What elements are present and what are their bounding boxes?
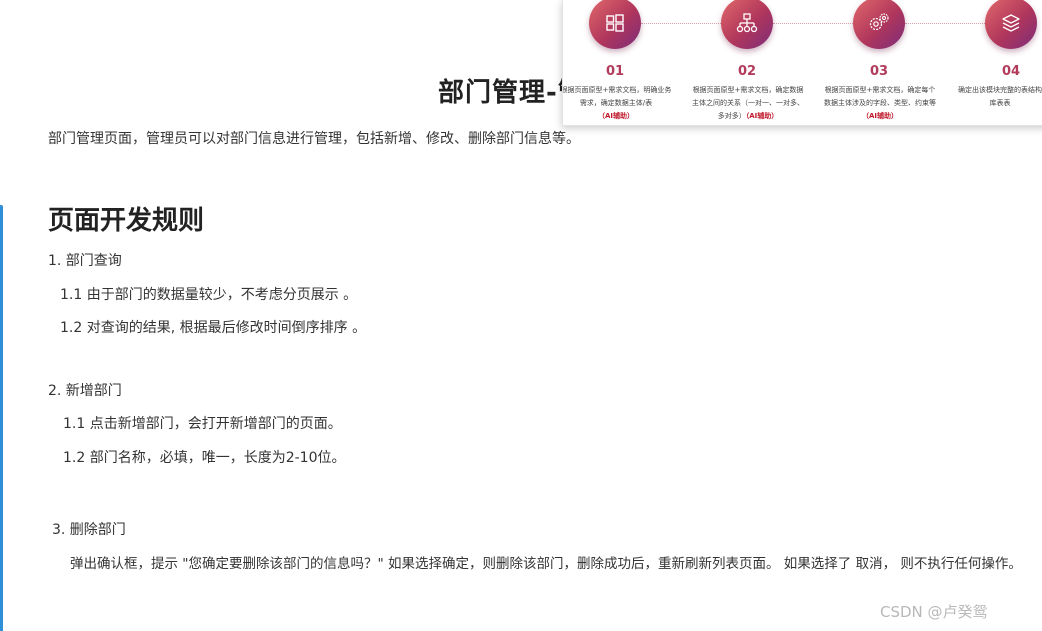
ai-assist-tag: （AI辅助） (745, 112, 779, 120)
rule-item-1-1: 1.1 由于部门的数据量较少，不考虑分页展示 。 (60, 287, 358, 303)
csdn-watermark: CSDN @卢癸鸳 (880, 603, 988, 621)
intro-paragraph: 部门管理页面，管理员可以对部门信息进行管理，包括新增、修改、删除部门信息等。 (48, 131, 580, 147)
windows-grid-icon (589, 0, 641, 49)
design-process-overlay: 01 根据页面原型+需求文档，明确业务需求，确定数据主体/表 （AI辅助） 02 … (562, 0, 1042, 126)
rule-heading-query: 1. 部门查询 (48, 253, 122, 269)
rule-item-2-1: 1.1 点击新增部门，会打开新增部门的页面。 (63, 416, 342, 432)
rule-item-1-2: 1.2 对查询的结果, 根据最后修改时间倒序排序 。 (60, 320, 367, 336)
step-number: 01 (605, 64, 625, 79)
hierarchy-icon (721, 0, 773, 49)
step-description: 根据页面原型+需求文档，确定数据主体之间的关系（一对一、一对多、多对多）（AI辅… (692, 86, 804, 120)
step-connector (641, 23, 725, 24)
rule-item-3-desc: 弹出确认框，提示 "您确定要删除该部门的信息吗？" 如果选择确定，则删除该部门，… (70, 556, 1022, 572)
gears-icon (853, 0, 905, 49)
section-title: 页面开发规则 (48, 206, 205, 236)
step-number: 02 (737, 64, 757, 79)
step-number: 03 (869, 64, 889, 79)
ai-assist-tag: （AI辅助） (861, 112, 899, 120)
ai-assist-tag: （AI辅助） (597, 112, 635, 120)
rule-heading-add: 2. 新增部门 (48, 383, 122, 399)
document-left-border (0, 205, 3, 631)
rule-item-2-2: 1.2 部门名称，必填，唯一，长度为2-10位。 (63, 450, 346, 466)
rule-heading-delete: 3. 删除部门 (52, 522, 126, 538)
step-description: 根据页面原型+需求文档，确定每个数据主体涉及的字段、类型、约束等（AI辅助） (824, 86, 936, 120)
step-connector (773, 23, 857, 24)
step-connector (905, 23, 989, 24)
step-number: 04 (1001, 64, 1021, 79)
step-description: 根据页面原型+需求文档，明确业务需求，确定数据主体/表 （AI辅助） (562, 86, 672, 120)
layers-icon (985, 0, 1037, 49)
step-description: 确定出该模块完整的表结构库表表 (958, 86, 1042, 107)
